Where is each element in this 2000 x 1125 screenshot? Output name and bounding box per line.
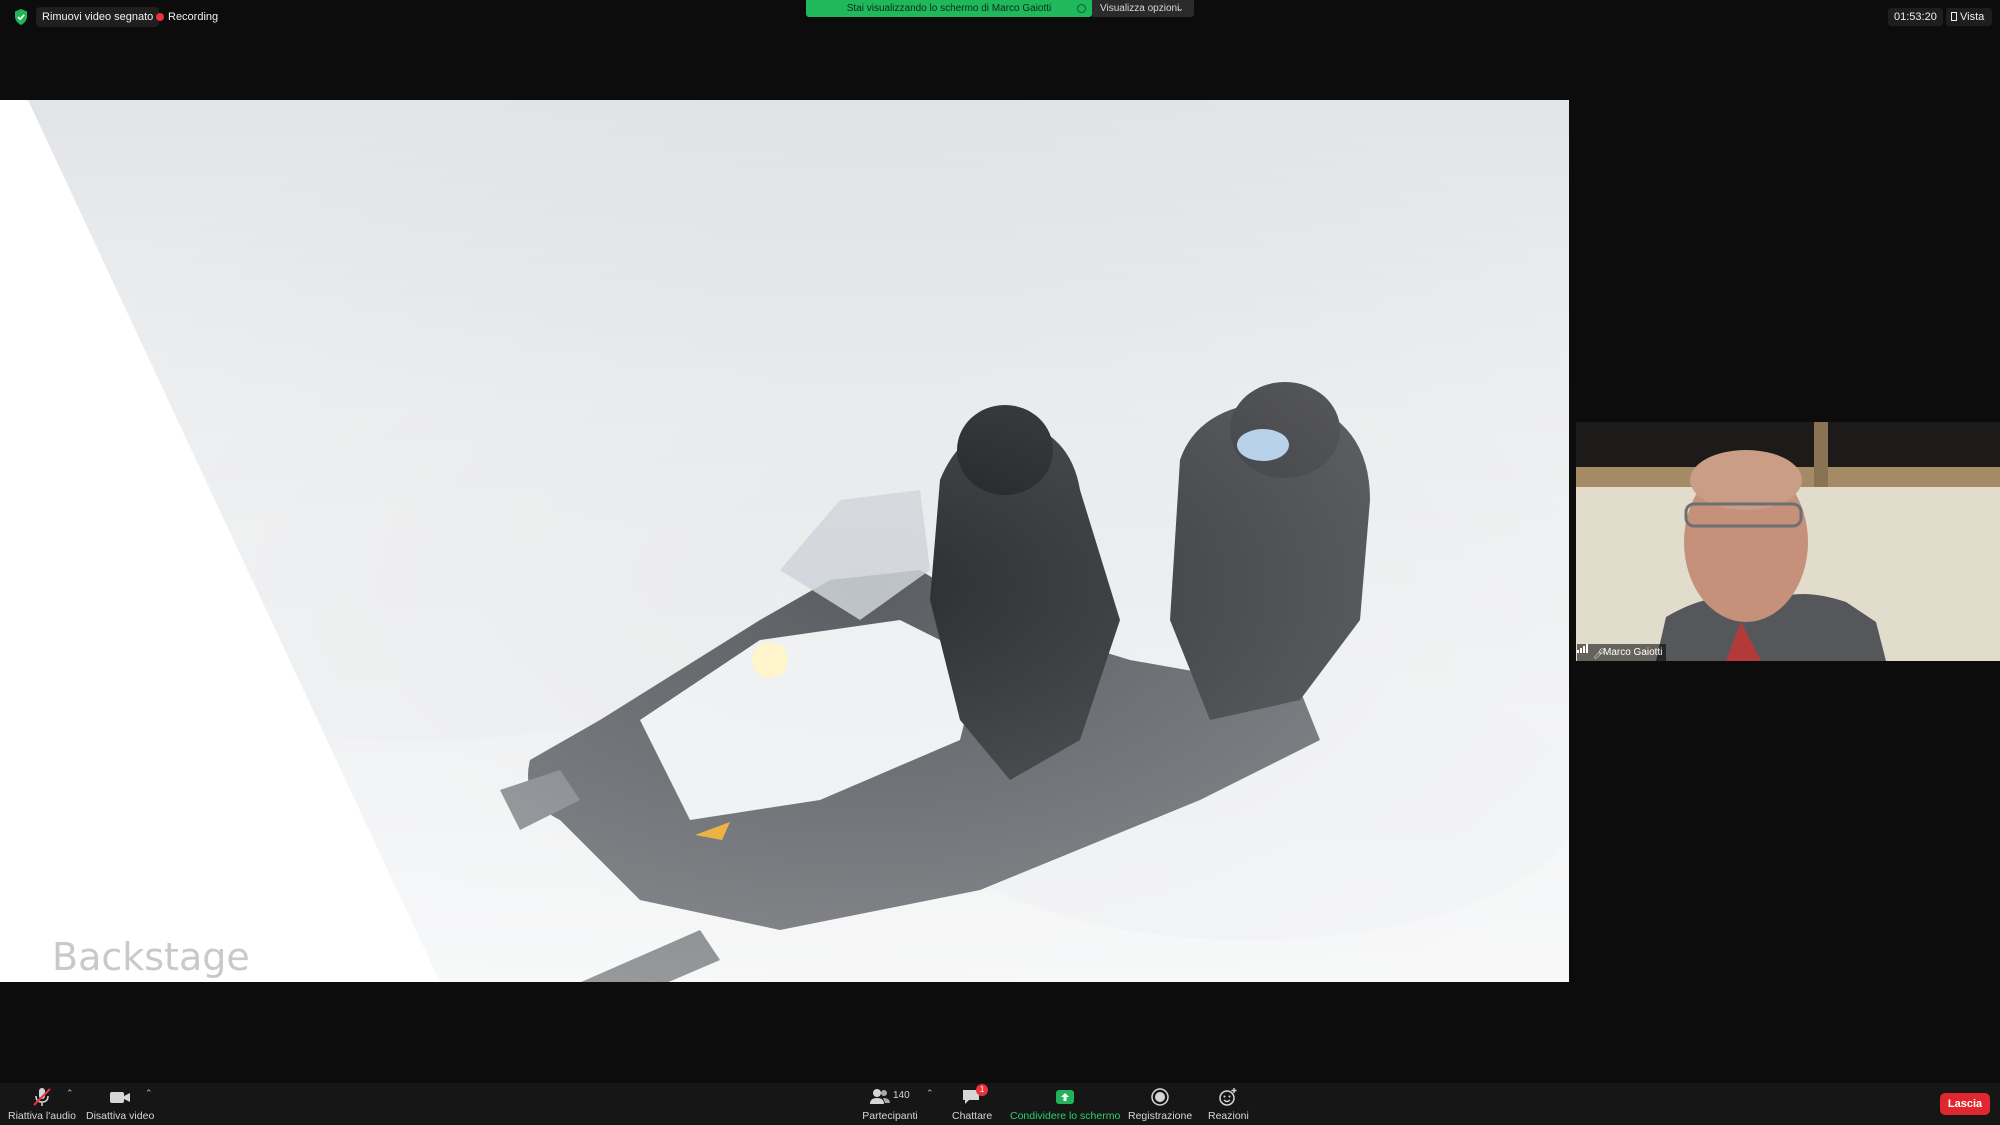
share-banner-text: Stai visualizzando lo schermo di Marco G… bbox=[846, 3, 1052, 14]
security-shield-icon[interactable] bbox=[14, 9, 28, 25]
share-screen-button[interactable]: Condividere lo schermo bbox=[1010, 1087, 1120, 1122]
muted-mic-icon: 🎤︎ bbox=[1593, 649, 1606, 660]
unmute-label: Riattiva l'audio bbox=[8, 1110, 76, 1122]
recording-indicator[interactable]: Recording bbox=[150, 7, 224, 27]
reactions-label: Reazioni bbox=[1208, 1110, 1249, 1122]
chevron-up-icon: ⌃ bbox=[145, 1088, 153, 1098]
chat-icon-wrap: 1 bbox=[961, 1084, 989, 1107]
record-icon bbox=[1151, 1088, 1169, 1106]
chevron-up-icon: ⌃ bbox=[926, 1088, 934, 1098]
smiley-plus-icon bbox=[1219, 1088, 1237, 1106]
signal-strength-icon bbox=[1577, 644, 1588, 653]
remove-watermark-button[interactable]: Rimuovi video segnato bbox=[36, 7, 160, 27]
people-icon bbox=[870, 1089, 890, 1104]
participants-count: 140 bbox=[893, 1090, 910, 1101]
meeting-timer: 01:53:20 bbox=[1888, 8, 1943, 26]
share-status-icon bbox=[1077, 4, 1086, 13]
view-options-label: Visualizza opzioni bbox=[1100, 3, 1180, 14]
chevron-down-icon: ⌄ bbox=[1176, 3, 1184, 13]
video-camera-icon bbox=[110, 1092, 131, 1103]
view-button[interactable]: Vista bbox=[1946, 8, 1992, 26]
recording-label: Recording bbox=[168, 11, 219, 23]
slide-title: Backstage bbox=[52, 935, 250, 979]
share-screen-label: Condividere lo schermo bbox=[1010, 1110, 1121, 1122]
reactions-button[interactable]: Reazioni bbox=[1208, 1087, 1249, 1122]
recording-dot-icon bbox=[156, 13, 164, 21]
stop-video-label: Disattiva video bbox=[86, 1110, 155, 1122]
view-label: Vista bbox=[1960, 11, 1985, 23]
record-label: Registrazione bbox=[1128, 1110, 1193, 1122]
participant-video-tile[interactable]: 🎤︎ Marco Gaiotti bbox=[1576, 422, 2000, 661]
participants-label: Partecipanti bbox=[862, 1110, 918, 1122]
participant-name: Marco Gaiotti bbox=[1603, 647, 1663, 658]
grid-view-icon bbox=[1951, 12, 1957, 21]
share-screen-icon bbox=[1056, 1090, 1075, 1104]
audio-options-caret[interactable]: ⌃ bbox=[66, 1087, 74, 1099]
top-bar: Rimuovi video segnato Recording Stai vis… bbox=[0, 0, 2000, 34]
leave-meeting-button[interactable]: Lascia bbox=[1940, 1093, 1990, 1115]
participants-options-caret[interactable]: ⌃ bbox=[926, 1087, 934, 1099]
participant-name-tag: 🎤︎ Marco Gaiotti bbox=[1577, 644, 1667, 661]
chevron-up-icon: ⌃ bbox=[66, 1088, 74, 1098]
chat-label: Chattare bbox=[952, 1110, 993, 1122]
view-options-dropdown[interactable]: Visualizza opzioni ⌄ bbox=[1092, 0, 1194, 17]
participant-video bbox=[1576, 422, 2000, 661]
chat-button[interactable]: 1 Chattare bbox=[952, 1084, 993, 1122]
video-options-caret[interactable]: ⌃ bbox=[145, 1087, 153, 1099]
screen-share-banner: Stai visualizzando lo schermo di Marco G… bbox=[806, 0, 1092, 17]
chat-unread-badge: 1 bbox=[976, 1084, 989, 1096]
muted-microphone-icon bbox=[33, 1088, 51, 1106]
participants-icon-wrap: 140 bbox=[867, 1087, 913, 1107]
slide-photo bbox=[0, 100, 1569, 982]
participants-button[interactable]: 140 Partecipanti bbox=[862, 1087, 918, 1122]
record-button[interactable]: Registrazione bbox=[1128, 1087, 1192, 1122]
shared-screen[interactable]: Backstage bbox=[0, 100, 1569, 982]
bottom-toolbar: Riattiva l'audio ⌃ Disattiva video ⌃ 140… bbox=[0, 1083, 2000, 1125]
